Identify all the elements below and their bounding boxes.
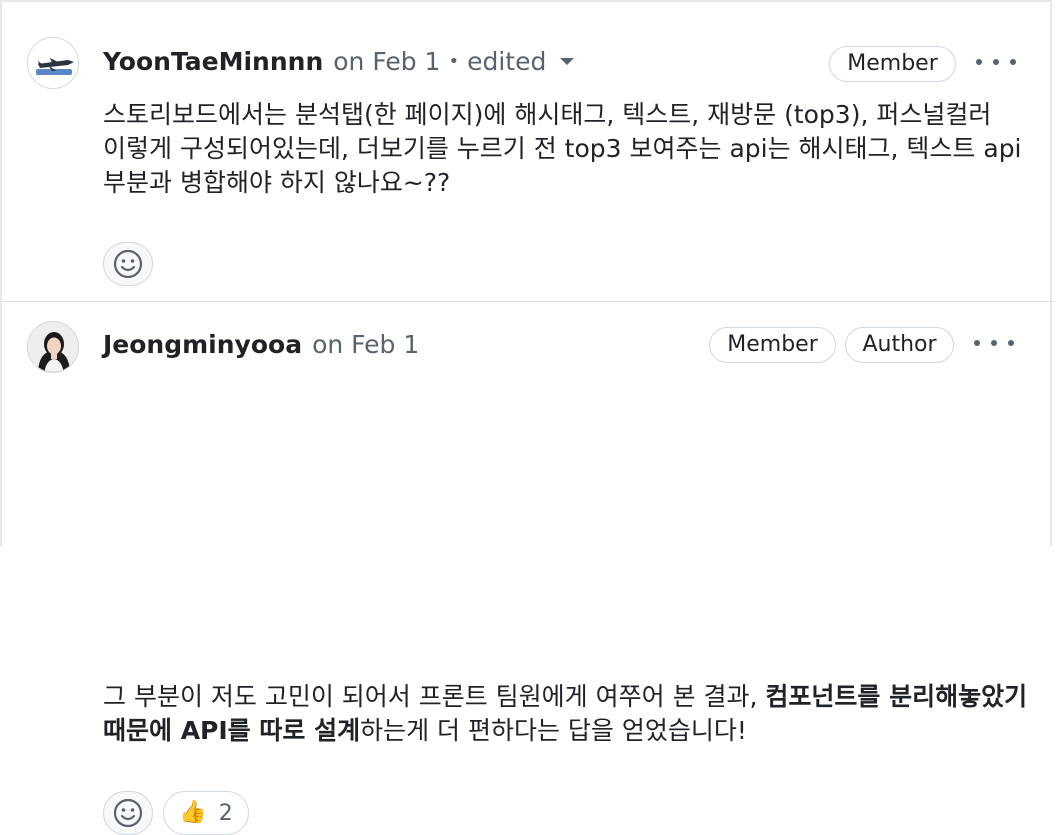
comment-thread: YoonTaeMinnnn on Feb 1 • edited Member 스… [0,0,1054,835]
body-text-2: 하는게 더 편하다는 답을 얻었습니다! [360,716,747,745]
separator-dot: • [448,50,460,72]
edited-label: edited [467,46,547,76]
kebab-horizontal-icon[interactable] [974,331,1014,355]
reaction-count: 2 [218,800,233,826]
author-name[interactable]: YoonTaeMinnnn [103,47,323,76]
thumbs-up-emoji: 👍 [179,800,207,825]
body-text-1: 그 부분이 저도 고민이 되어서 프론트 팀원에게 여쭈어 본 결과, [103,682,766,711]
triangle-down-icon [560,57,575,65]
comment-divider [2,301,1054,302]
member-badge: Member [829,46,956,82]
edited-dropdown[interactable]: edited [467,46,575,76]
portrait-avatar-image [28,322,78,372]
comment-body: 그 부분이 저도 고민이 되어서 프론트 팀원에게 여쭈어 본 결과, 컴포넌트… [103,680,1033,748]
comment-body: 스토리보드에서는 분석탭(한 페이지)에 해시태그, 텍스트, 재방문 (top… [103,100,1022,197]
airplane-avatar-image [28,38,78,88]
add-reaction-button[interactable] [103,791,153,835]
member-badge: Member [709,327,836,363]
avatar-jeongminyooa[interactable] [27,321,79,373]
comment-1-header: YoonTaeMinnnn on Feb 1 • edited [103,45,575,77]
author-name[interactable]: Jeongminyooa [103,330,302,359]
smiley-icon [113,798,143,828]
kebab-horizontal-icon[interactable] [976,50,1016,74]
author-badge: Author [845,327,954,363]
comment-date[interactable]: on Feb 1 [333,47,440,76]
smiley-icon [113,249,143,279]
comment-date[interactable]: on Feb 1 [312,330,419,359]
thumbs-up-reaction-button[interactable]: 👍 2 [163,791,249,835]
add-reaction-button[interactable] [103,242,153,286]
avatar-yoontaeminnnn[interactable] [27,37,79,89]
comment-2-header: Jeongminyooa on Feb 1 [103,328,419,360]
reactions-bar: 👍 2 [103,791,249,835]
reactions-bar [103,242,153,286]
